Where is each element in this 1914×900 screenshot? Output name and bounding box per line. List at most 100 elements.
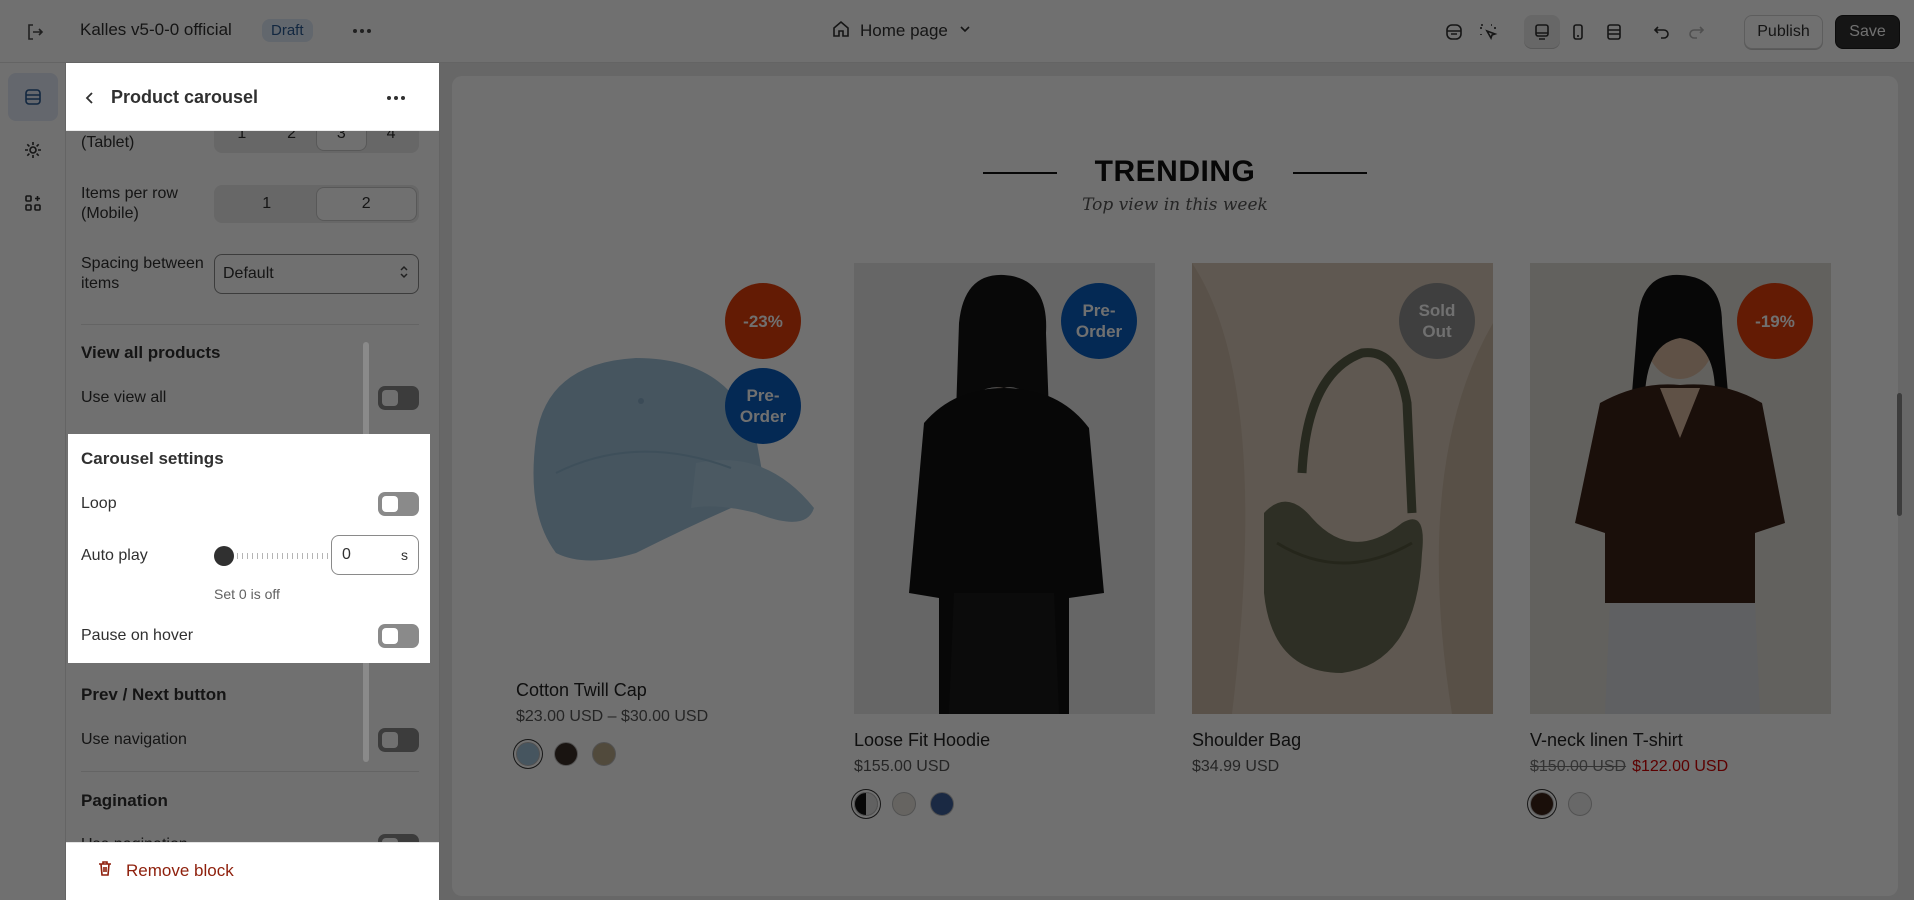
sale-badge: -23%	[725, 283, 801, 359]
mobile-icon[interactable]	[1560, 15, 1596, 49]
product-image[interactable]: -23% Pre- Order	[516, 263, 817, 664]
preorder-badge: Pre- Order	[725, 368, 801, 444]
settings-gear-icon[interactable]	[8, 126, 58, 174]
apps-icon[interactable]	[8, 179, 58, 227]
loop-label: Loop	[81, 495, 117, 512]
undo-icon[interactable]	[1645, 16, 1679, 48]
divider	[81, 324, 419, 325]
select-arrows-icon	[398, 264, 410, 285]
spacing-label-line1: Spacing between	[81, 255, 204, 272]
loop-toggle[interactable]	[378, 492, 419, 516]
panel-header: Product carousel	[66, 63, 439, 131]
product-price: $155.00 USD	[854, 758, 951, 775]
save-button[interactable]: Save	[1835, 15, 1900, 49]
pause-on-hover-label: Pause on hover	[81, 627, 194, 644]
autoplay-unit: s	[401, 547, 408, 563]
autoplay-input[interactable]: 0 s	[331, 535, 419, 575]
product-name[interactable]: Cotton Twill Cap	[516, 680, 817, 701]
product-card[interactable]: Sold Out Shoulder Bag $34.99 USD	[1192, 263, 1493, 776]
spacing-select[interactable]: Default	[214, 254, 419, 294]
color-swatch[interactable]	[892, 792, 916, 816]
back-arrow-icon[interactable]	[76, 84, 104, 112]
items-mobile-label-line1: Items per row	[81, 185, 178, 202]
carousel-settings-title: Carousel settings	[81, 449, 224, 468]
inspect-icon[interactable]	[1471, 16, 1505, 48]
divider	[81, 771, 419, 772]
left-rail	[0, 63, 66, 900]
use-view-all-label: Use view all	[81, 389, 167, 406]
color-swatches	[854, 792, 1155, 816]
preview-scrollbar[interactable]	[1897, 393, 1902, 516]
color-swatches	[516, 742, 817, 766]
remove-block-button[interactable]: Remove block	[96, 859, 234, 882]
autoplay-help: Set 0 is off	[214, 586, 280, 602]
use-navigation-toggle[interactable]	[378, 728, 419, 752]
product-image[interactable]: -19%	[1530, 263, 1831, 714]
product-image[interactable]: Pre- Order	[854, 263, 1155, 714]
pagination-section-title: Pagination	[81, 791, 168, 810]
panel-title: Product carousel	[111, 87, 259, 107]
exit-icon[interactable]	[20, 18, 50, 46]
carousel-settings-group: Carousel settings Loop Auto play 0 s Set…	[68, 434, 430, 663]
segment-option-selected[interactable]: 2	[316, 188, 416, 220]
color-swatch[interactable]	[554, 742, 578, 766]
spacing-label: Spacing between items	[81, 254, 204, 294]
spacing-label-line2: items	[81, 275, 120, 292]
home-icon	[832, 20, 850, 43]
spacing-select-value: Default	[223, 265, 274, 282]
section-subtitle: Top view in this week	[1082, 195, 1268, 215]
items-mobile-label-line2: (Mobile)	[81, 205, 139, 222]
panel-footer: Remove block	[66, 842, 439, 900]
desktop-icon[interactable]	[1524, 15, 1560, 49]
use-view-all-toggle[interactable]	[378, 386, 419, 410]
color-swatch[interactable]	[930, 792, 954, 816]
redo-icon[interactable]	[1679, 16, 1713, 48]
pause-on-hover-toggle[interactable]	[378, 624, 419, 648]
color-swatch[interactable]	[516, 742, 540, 766]
sale-price: $122.00 USD	[1632, 758, 1729, 775]
segment-option[interactable]: 1	[217, 188, 317, 220]
database-icon[interactable]	[1437, 16, 1471, 48]
product-price: $34.99 USD	[1192, 758, 1280, 775]
product-card[interactable]: -23% Pre- Order Cotton Twill Cap $23.00 …	[516, 263, 817, 766]
device-switcher	[1524, 15, 1632, 49]
product-price: $23.00 USD – $30.00 USD	[516, 708, 709, 725]
publish-button[interactable]: Publish	[1744, 15, 1823, 49]
more-options-icon[interactable]	[379, 84, 413, 112]
preorder-badge: Pre- Order	[1061, 283, 1137, 359]
color-swatches	[1530, 792, 1831, 816]
autoplay-slider[interactable]	[214, 546, 332, 566]
page-selector-label: Home page	[860, 21, 948, 40]
product-name[interactable]: Loose Fit Hoodie	[854, 730, 1155, 751]
sections-icon[interactable]	[8, 73, 58, 121]
color-swatch[interactable]	[854, 792, 878, 816]
slider-knob[interactable]	[214, 546, 234, 566]
store-name: Kalles v5-0-0 official	[80, 20, 232, 39]
chevron-down-icon	[958, 21, 972, 41]
settings-panel: Product carousel (Tablet) 1 2 3 4 Items …	[66, 63, 440, 900]
view-all-section-title: View all products	[81, 343, 221, 362]
page-selector[interactable]: Home page	[832, 16, 972, 46]
color-swatch[interactable]	[1568, 792, 1592, 816]
nav-section-title: Prev / Next button	[81, 685, 227, 704]
section-heading: TRENDING Top view in this week	[452, 155, 1898, 215]
storefront-preview: TRENDING Top view in this week -23% Pre-…	[452, 76, 1898, 896]
section-title: TRENDING	[982, 155, 1367, 188]
product-name[interactable]: V-neck linen T-shirt	[1530, 730, 1831, 751]
product-card[interactable]: Pre- Order Loose Fit Hoodie $155.00 USD	[854, 263, 1155, 816]
color-swatch[interactable]	[592, 742, 616, 766]
more-actions-icon[interactable]	[346, 17, 378, 45]
status-badge: Draft	[262, 19, 313, 42]
remove-block-label: Remove block	[126, 860, 234, 880]
product-card[interactable]: -19% V-neck linen T-shirt $150.00 USD $12…	[1530, 263, 1831, 816]
autoplay-input-value: 0	[342, 546, 351, 563]
full-width-icon[interactable]	[1596, 15, 1632, 49]
trash-icon	[96, 859, 114, 882]
use-navigation-label: Use navigation	[81, 731, 187, 748]
items-mobile-segmented[interactable]: 1 2	[214, 185, 419, 223]
product-name[interactable]: Shoulder Bag	[1192, 730, 1493, 751]
product-image[interactable]: Sold Out	[1192, 263, 1493, 714]
color-swatch[interactable]	[1530, 792, 1554, 816]
items-mobile-label: Items per row (Mobile)	[81, 184, 178, 224]
autoplay-label: Auto play	[81, 547, 148, 564]
